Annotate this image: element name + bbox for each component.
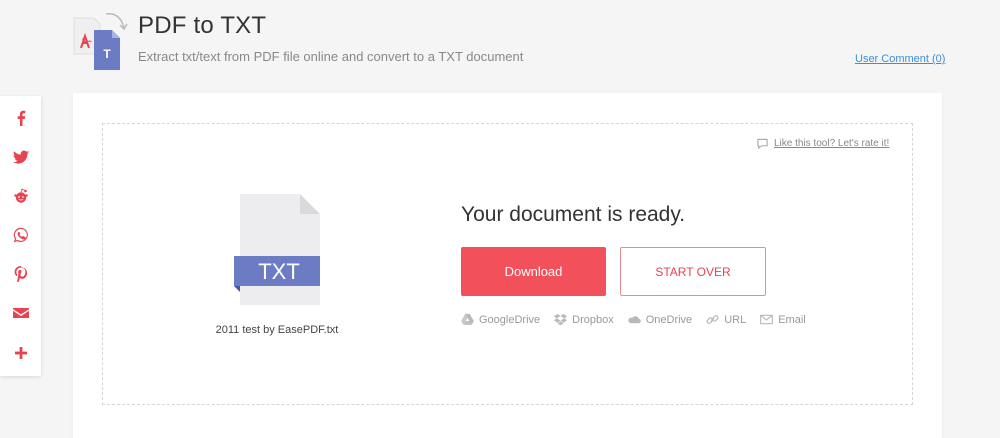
email-label: Email	[778, 313, 806, 326]
copy-url[interactable]: URL	[706, 313, 746, 326]
pinterest-icon	[14, 266, 27, 282]
ready-title: Your document is ready.	[461, 203, 686, 226]
pdf-to-txt-logo-icon: ⤚ T	[72, 12, 128, 70]
save-to-destinations: GoogleDrive Dropbox OneDrive URL Email	[461, 313, 820, 326]
rate-tool-link[interactable]: Like this tool? Let's rate it!	[757, 138, 889, 149]
plus-icon	[14, 347, 27, 359]
twitter-icon	[12, 150, 29, 164]
comment-icon	[757, 138, 768, 149]
link-icon	[706, 315, 719, 324]
share-reddit-button[interactable]	[0, 184, 41, 208]
start-over-button[interactable]: START OVER	[620, 247, 766, 296]
reddit-icon	[13, 188, 28, 203]
file-name: 2011 test by EasePDF.txt	[215, 324, 339, 336]
googledrive-label: GoogleDrive	[479, 313, 541, 326]
url-label: URL	[724, 313, 747, 326]
save-to-googledrive[interactable]: GoogleDrive	[461, 313, 540, 326]
share-facebook-button[interactable]	[0, 106, 41, 130]
social-share-sidebar	[0, 96, 41, 376]
txt-file-icon: TXT	[232, 194, 322, 306]
share-pinterest-button[interactable]	[0, 262, 41, 286]
onedrive-label: OneDrive	[645, 313, 693, 326]
share-whatsapp-button[interactable]	[0, 223, 41, 247]
share-more-button[interactable]	[0, 341, 41, 365]
facebook-icon	[17, 110, 25, 126]
save-to-dropbox[interactable]: Dropbox	[554, 313, 614, 326]
dropbox-label: Dropbox	[572, 313, 614, 326]
email-icon	[12, 308, 29, 318]
rate-tool-label: Like this tool? Let's rate it!	[774, 138, 890, 149]
save-to-onedrive[interactable]: OneDrive	[627, 313, 693, 326]
send-email[interactable]: Email	[760, 313, 806, 326]
onedrive-icon	[627, 316, 641, 324]
file-badge-label: TXT	[258, 259, 300, 284]
dropbox-icon	[554, 313, 568, 326]
whatsapp-icon	[13, 227, 28, 243]
email-icon	[760, 314, 774, 325]
share-twitter-button[interactable]	[0, 145, 41, 169]
download-button[interactable]: Download	[461, 247, 606, 296]
google-drive-icon	[461, 313, 474, 325]
user-comment-link[interactable]: User Comment (0)	[855, 53, 945, 65]
logo-letter: T	[103, 47, 111, 61]
page-subtitle: Extract txt/text from PDF file online an…	[138, 49, 524, 64]
share-email-button[interactable]	[0, 301, 41, 325]
page-title: PDF to TXT	[138, 12, 267, 39]
